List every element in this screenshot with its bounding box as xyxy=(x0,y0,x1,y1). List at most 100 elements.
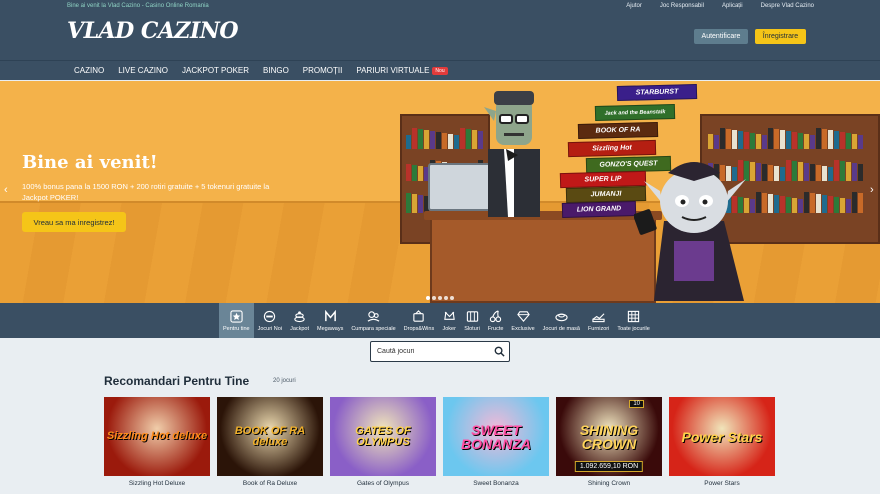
game-card[interactable]: Sizzling Hot deluxe Sizzling Hot Deluxe xyxy=(104,397,210,487)
nav-promotions[interactable]: PROMOȚII xyxy=(303,66,343,75)
nav-casino[interactable]: CAZINO xyxy=(74,66,104,75)
book xyxy=(744,132,749,149)
search-icon[interactable] xyxy=(494,346,505,357)
game-thumbnail[interactable]: GATES OF OLYMPUS xyxy=(330,397,436,476)
logo[interactable]: VLAD CAZINO xyxy=(67,18,239,44)
game-card[interactable]: SHINING CROWN 1.092.659,10 RON 10 Shining C… xyxy=(556,397,662,487)
game-card[interactable]: Power Stars Power Stars xyxy=(669,397,775,487)
category-drops[interactable]: Drops&Wins xyxy=(400,303,439,338)
book xyxy=(460,128,465,149)
book xyxy=(846,199,851,213)
game-thumbnail[interactable]: Sizzling Hot deluxe xyxy=(104,397,210,476)
book xyxy=(406,193,411,213)
nav-live-casino[interactable]: LIVE CAZINO xyxy=(118,66,168,75)
game-thumbnail[interactable]: Power Stars xyxy=(669,397,775,476)
book xyxy=(810,164,815,181)
stack-jack-beanstalk: Jack and the Beanstalk xyxy=(594,103,676,122)
nav-virtual-betting[interactable]: PARIURI VIRTUALE Nou xyxy=(356,66,448,75)
carousel-dot[interactable] xyxy=(426,296,430,300)
book xyxy=(846,162,851,181)
nav-bingo[interactable]: BINGO xyxy=(263,66,289,75)
carousel-dot[interactable] xyxy=(450,296,454,300)
category-diamond[interactable]: Exclusive xyxy=(507,303,538,338)
book xyxy=(732,130,737,149)
category-table-games[interactable]: Jocuri de masă xyxy=(539,303,584,338)
game-art-title: Power Stars xyxy=(681,428,763,445)
game-name: Book of Ra Deluxe xyxy=(242,480,298,487)
book xyxy=(798,199,803,213)
apps-link[interactable]: Aplicații xyxy=(722,3,743,9)
help-link[interactable]: Ajutor xyxy=(626,3,642,9)
category-label: Drops&Wins xyxy=(403,326,435,332)
category-slots[interactable]: Sloturi xyxy=(460,303,484,338)
nav-virtual-betting-label: PARIURI VIRTUALE xyxy=(356,66,430,75)
book xyxy=(828,130,833,149)
carousel-dot[interactable] xyxy=(438,296,442,300)
hero-next-arrow[interactable]: › xyxy=(870,184,874,196)
category-label: Jocuri de masă xyxy=(542,326,580,332)
nav-jackpot-poker[interactable]: JACKPOT POKER xyxy=(182,66,249,75)
book xyxy=(834,160,839,181)
game-thumbnail[interactable]: BOOK OF RA deluxe xyxy=(217,397,323,476)
about-link[interactable]: Despre Vlad Cazino xyxy=(761,3,814,9)
search-input[interactable] xyxy=(377,348,489,355)
category-megaways[interactable]: Megaways xyxy=(313,303,347,338)
book xyxy=(816,128,821,149)
category-jackpot[interactable]: Jackpot xyxy=(286,303,313,338)
game-thumbnail[interactable]: SHINING CROWN 1.092.659,10 RON 10 xyxy=(556,397,662,476)
register-button[interactable]: Înregistrare xyxy=(755,29,806,44)
game-thumbnail[interactable]: SWEET BONANZA xyxy=(443,397,549,476)
book xyxy=(852,134,857,149)
hero-title: Bine ai venit! xyxy=(22,152,158,173)
game-art-title: BOOK OF RA deluxe xyxy=(234,424,306,448)
game-card[interactable]: SWEET BONANZA Sweet Bonanza xyxy=(443,397,549,487)
category-star[interactable]: Pentru tine xyxy=(219,303,254,338)
category-label: Cumpara speciale xyxy=(351,326,396,332)
drops-icon xyxy=(412,309,426,323)
game-card[interactable]: GATES OF OLYMPUS Gates of Olympus xyxy=(330,397,436,487)
book xyxy=(774,166,779,181)
bonus-buy-icon xyxy=(366,309,380,323)
category-joker[interactable]: Joker xyxy=(438,303,460,338)
book xyxy=(810,135,815,149)
carousel-dot[interactable] xyxy=(444,296,448,300)
site-tagline: Bine ai venit la Vlad Cazino - Casino On… xyxy=(67,3,209,9)
category-label: Joker xyxy=(442,326,456,332)
category-bonus-buy[interactable]: Cumpara speciale xyxy=(347,303,399,338)
game-art-title: GATES OF OLYMPUS xyxy=(355,424,411,448)
hero-register-button[interactable]: Vreau sa ma inregistrez! xyxy=(22,212,126,232)
game-card[interactable]: BOOK OF RA deluxe Book of Ra Deluxe xyxy=(217,397,323,487)
book xyxy=(792,198,797,213)
book xyxy=(442,133,447,149)
book xyxy=(798,162,803,181)
category-providers[interactable]: Furnizori xyxy=(584,303,613,338)
game-art-title: SWEET BONANZA xyxy=(461,421,531,452)
book xyxy=(786,131,791,149)
search-box[interactable] xyxy=(370,341,510,362)
book xyxy=(858,135,863,149)
book xyxy=(750,133,755,149)
book xyxy=(780,130,785,149)
book xyxy=(804,163,809,181)
book xyxy=(822,195,827,213)
joker-icon xyxy=(442,309,456,323)
carousel-dot[interactable] xyxy=(432,296,436,300)
category-label: Jocuri Noi xyxy=(257,326,283,332)
book xyxy=(840,161,845,181)
book xyxy=(418,195,423,213)
responsible-gaming-link[interactable]: Joc Responsabil xyxy=(660,3,704,9)
category-bar: Pentru tine Jocuri Noi Jackpot Megaways Cump… xyxy=(0,303,880,338)
book xyxy=(786,160,791,181)
hero-prev-arrow[interactable]: ‹ xyxy=(4,184,8,196)
book xyxy=(804,134,809,149)
login-button[interactable]: Autentificare xyxy=(694,29,748,44)
hero-banner[interactable]: STARBURST Jack and the Beanstalk BOOK OF… xyxy=(0,81,880,303)
book xyxy=(756,134,761,149)
category-new[interactable]: Jocuri Noi xyxy=(254,303,286,338)
game-name: Gates of Olympus xyxy=(356,480,410,487)
book xyxy=(762,135,767,149)
category-cherry[interactable]: Fructe xyxy=(484,303,508,338)
new-badge: Nou xyxy=(432,66,448,75)
category-grid[interactable]: Toate jocurile xyxy=(613,303,653,338)
table-games-icon xyxy=(554,309,568,323)
